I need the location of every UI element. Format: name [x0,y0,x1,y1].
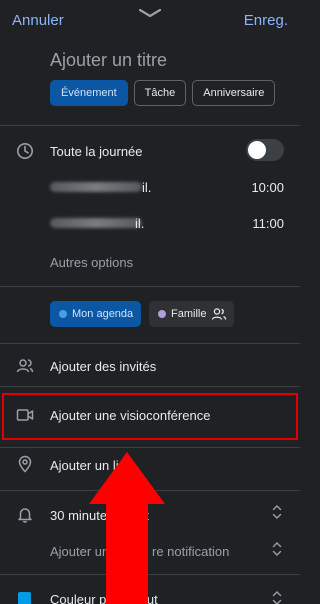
divider [0,343,300,344]
add-guests-row[interactable]: Ajouter des invités [50,359,156,374]
toggle-knob [248,141,266,159]
all-day-toggle[interactable] [246,139,284,161]
start-date-redacted[interactable] [50,182,142,192]
title-input[interactable]: Ajouter un titre [50,50,167,71]
bell-icon [18,508,32,523]
divider [0,386,300,387]
up-down-chevron-icon[interactable] [272,541,282,557]
clock-icon [17,143,33,159]
calendar-chip-mon-agenda[interactable]: Mon agenda [50,301,142,327]
more-options-link[interactable]: Autres options [50,255,133,270]
shared-people-icon [212,308,227,320]
start-time[interactable]: 10:00 [251,180,284,195]
save-button[interactable]: Enreg. [244,12,288,29]
top-bar: Annuler Enreg. [0,0,300,44]
event-type-chips: Événement Tâche Anniversaire [50,80,276,106]
chevron-down-icon[interactable] [139,9,161,17]
chip-task[interactable]: Tâche [133,80,187,106]
calendar-chip-label: Mon agenda [72,308,134,320]
calendar-chip-famille[interactable]: Famille [149,301,235,327]
chip-birthday[interactable]: Anniversaire [192,80,276,106]
end-date-redacted[interactable] [50,218,142,228]
divider [0,286,300,287]
cancel-button[interactable]: Annuler [12,12,64,29]
calendar-chip-label: Famille [171,308,207,320]
add-people-icon [16,359,34,373]
up-down-chevron-icon[interactable] [272,590,282,604]
highlight-box [2,393,298,440]
calendar-color-dot [59,310,67,318]
arrow-up-icon [89,452,165,604]
start-date-suffix: il. [142,180,152,195]
all-day-label: Toute la journée [50,144,143,159]
end-time[interactable]: 11:00 [252,216,284,231]
chip-event[interactable]: Événement [50,80,128,106]
end-date-suffix: il. [135,216,145,231]
color-swatch [18,592,31,604]
location-pin-icon [18,455,32,473]
calendar-color-dot [158,310,166,318]
divider [0,125,300,126]
divider [0,447,300,448]
up-down-chevron-icon[interactable] [272,504,282,520]
